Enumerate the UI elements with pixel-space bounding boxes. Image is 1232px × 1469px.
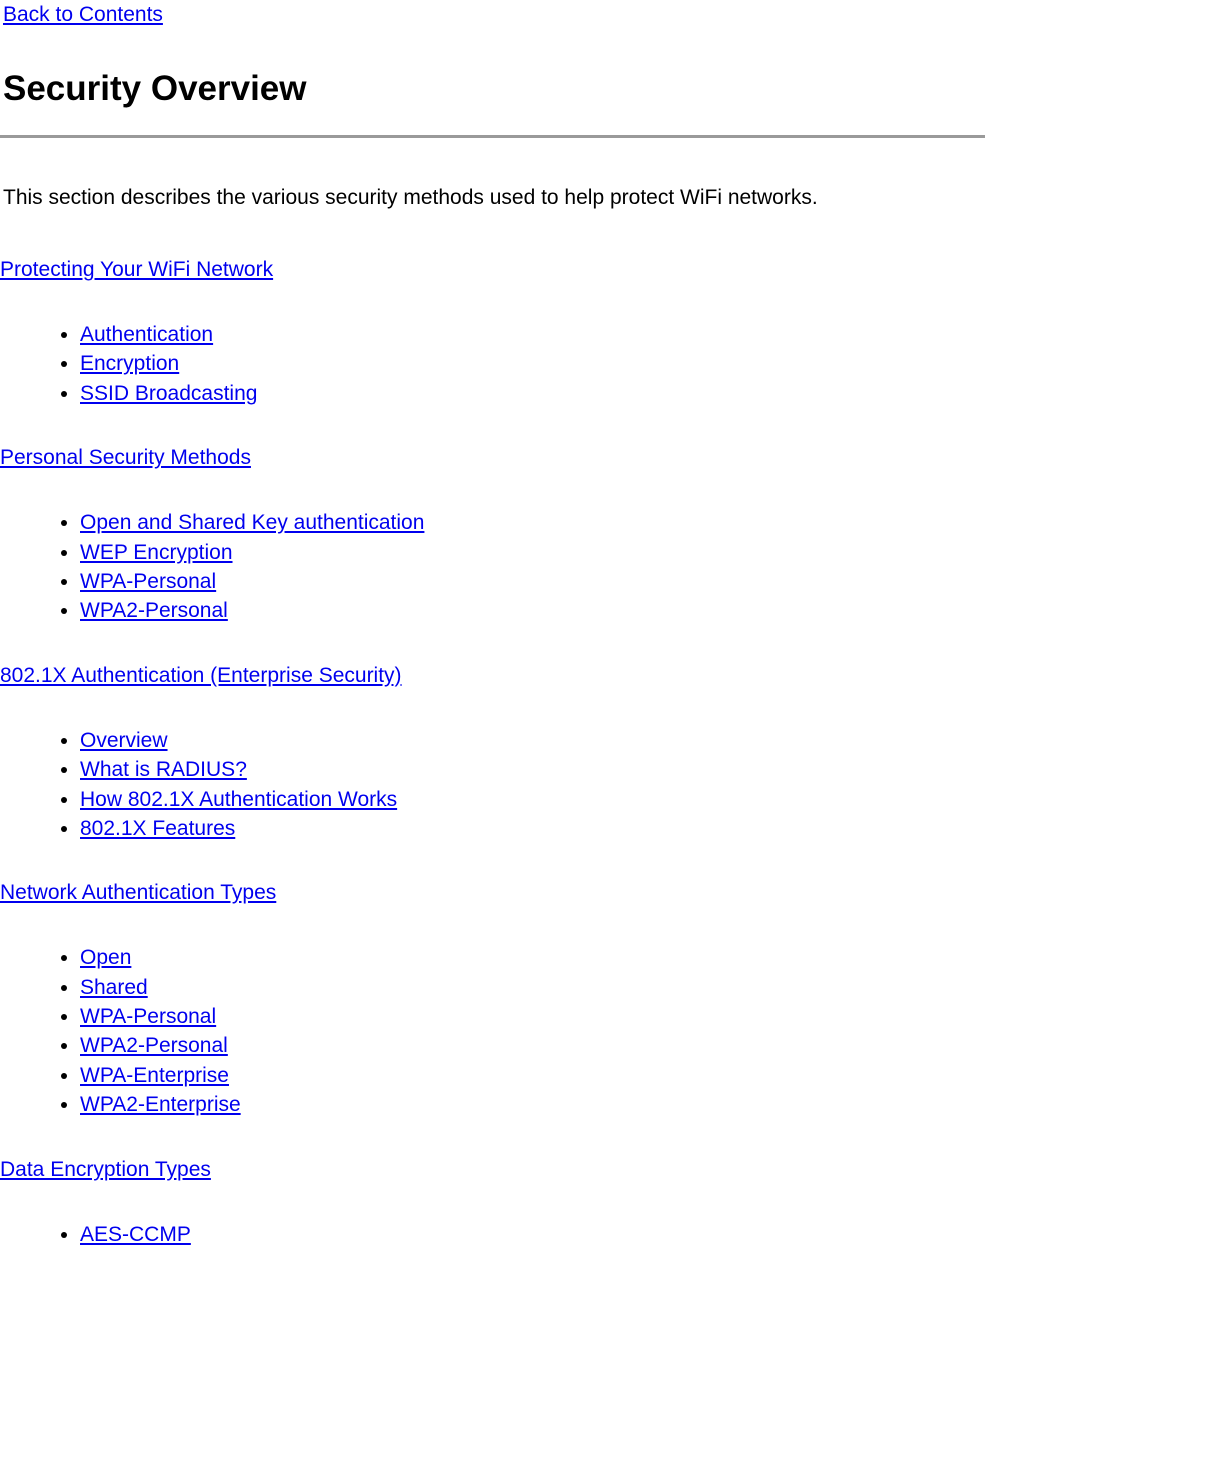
list-item: Encryption [80,349,985,378]
list-item: Authentication [80,320,985,349]
link-8021x-features[interactable]: 802.1X Features [80,817,235,840]
link-wpa2-personal[interactable]: WPA2-Personal [80,599,228,622]
list-item: WPA2-Personal [80,596,985,625]
section-link-network-auth-types[interactable]: Network Authentication Types [0,881,985,905]
list-item: How 802.1X Authentication Works [80,785,985,814]
section-list-personal: Open and Shared Key authentication WEP E… [0,508,985,626]
list-item: 802.1X Features [80,814,985,843]
list-item: WPA-Personal [80,567,985,596]
section-link-8021x[interactable]: 802.1X Authentication (Enterprise Securi… [0,664,985,688]
link-wpa2-enterprise[interactable]: WPA2-Enterprise [80,1093,241,1116]
section-link-data-encryption[interactable]: Data Encryption Types [0,1158,985,1182]
link-authentication[interactable]: Authentication [80,323,213,346]
intro-text: This section describes the various secur… [3,186,985,210]
link-open-shared-key[interactable]: Open and Shared Key authentication [80,511,424,534]
list-item: SSID Broadcasting [80,379,985,408]
section-list-protecting: Authentication Encryption SSID Broadcast… [0,320,985,408]
section-list-network-auth-types: Open Shared WPA-Personal WPA2-Personal W… [0,943,985,1119]
list-item: WPA2-Enterprise [80,1090,985,1119]
link-wpa2-personal-auth[interactable]: WPA2-Personal [80,1034,228,1057]
list-item: WPA2-Personal [80,1031,985,1060]
link-how-8021x-works[interactable]: How 802.1X Authentication Works [80,788,397,811]
link-wep-encryption[interactable]: WEP Encryption [80,541,233,564]
link-wpa-enterprise[interactable]: WPA-Enterprise [80,1064,229,1087]
list-item: WPA-Personal [80,1002,985,1031]
list-item: Overview [80,726,985,755]
section-list-data-encryption: AES-CCMP [0,1220,985,1249]
list-item: WEP Encryption [80,538,985,567]
section-link-protecting[interactable]: Protecting Your WiFi Network [0,258,985,282]
back-to-contents-link[interactable]: Back to Contents [3,3,985,27]
link-ssid-broadcasting[interactable]: SSID Broadcasting [80,382,257,405]
link-shared[interactable]: Shared [80,976,148,999]
list-item: Open [80,943,985,972]
list-item: Open and Shared Key authentication [80,508,985,537]
link-radius[interactable]: What is RADIUS? [80,758,247,781]
link-wpa-personal-auth[interactable]: WPA-Personal [80,1005,216,1028]
divider [0,135,985,138]
list-item: Shared [80,973,985,1002]
link-open[interactable]: Open [80,946,131,969]
link-overview[interactable]: Overview [80,729,168,752]
list-item: WPA-Enterprise [80,1061,985,1090]
page-title: Security Overview [3,69,985,109]
link-wpa-personal[interactable]: WPA-Personal [80,570,216,593]
link-aes-ccmp[interactable]: AES-CCMP [80,1223,191,1246]
link-encryption[interactable]: Encryption [80,352,179,375]
list-item: What is RADIUS? [80,755,985,784]
list-item: AES-CCMP [80,1220,985,1249]
section-list-8021x: Overview What is RADIUS? How 802.1X Auth… [0,726,985,844]
section-link-personal[interactable]: Personal Security Methods [0,446,985,470]
